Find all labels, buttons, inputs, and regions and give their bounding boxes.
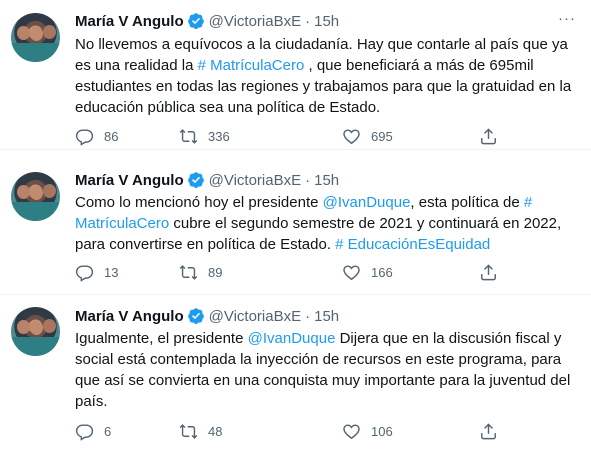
reply-count: 86 xyxy=(104,128,119,144)
more-icon[interactable]: ··· xyxy=(555,10,579,30)
share-icon xyxy=(481,127,496,144)
separator: · xyxy=(305,171,311,189)
text-segment: Igualmente, el presidente xyxy=(75,330,248,347)
author-handle[interactable]: @VictoriaBxE xyxy=(209,13,301,30)
retweet-icon xyxy=(179,423,198,439)
verified-badge-icon xyxy=(187,172,204,188)
retweet-icon xyxy=(179,264,198,280)
like-count: 695 xyxy=(371,128,393,144)
share-button[interactable] xyxy=(479,420,498,442)
verified-badge-icon xyxy=(187,308,204,324)
timestamp[interactable]: 15h xyxy=(314,13,339,30)
share-button[interactable] xyxy=(479,261,498,283)
author-handle[interactable]: @VictoriaBxE xyxy=(209,308,301,325)
author-name[interactable]: María V Angulo xyxy=(75,308,184,325)
tweet-text: Igualmente, el presidente @IvanDuque Dij… xyxy=(75,328,575,412)
retweet-button[interactable]: 89 xyxy=(179,261,222,283)
hashtag-link[interactable]: # EducaciónEsEquidad xyxy=(335,236,490,253)
tweet-text: Como lo mencionó hoy el presidente @Ivan… xyxy=(75,192,575,255)
share-button[interactable] xyxy=(479,125,498,147)
author-handle[interactable]: @VictoriaBxE xyxy=(209,172,301,189)
tweet-header: María V Angulo @VictoriaBxE · 15h xyxy=(75,11,339,31)
reply-count: 6 xyxy=(104,423,112,439)
tweet-header: María V Angulo @VictoriaBxE · 15h xyxy=(75,306,339,326)
timestamp[interactable]: 15h xyxy=(314,308,339,325)
share-icon xyxy=(481,422,496,439)
reply-icon xyxy=(75,128,94,146)
avatar[interactable] xyxy=(11,13,60,62)
retweet-button[interactable]: 336 xyxy=(179,125,230,147)
avatar[interactable] xyxy=(11,172,60,221)
timestamp[interactable]: 15h xyxy=(314,172,339,189)
tweet-actions: 86 336 695 xyxy=(75,125,515,147)
share-icon xyxy=(481,263,496,280)
text-segment: , esta política de xyxy=(410,194,524,211)
tweet-header: María V Angulo @VictoriaBxE · 15h xyxy=(75,170,339,190)
retweet-count: 336 xyxy=(208,128,230,144)
text-segment: Como lo mencionó hoy el presidente xyxy=(75,194,323,211)
like-icon xyxy=(343,423,360,439)
tweet-text: No llevemos a equívocos a la ciudadanía.… xyxy=(75,34,575,118)
retweet-icon xyxy=(179,128,198,144)
like-icon xyxy=(343,128,360,144)
hashtag-link[interactable]: # MatrículaCero xyxy=(198,57,305,74)
mention-link[interactable]: @IvanDuque xyxy=(323,194,411,211)
like-button[interactable]: 166 xyxy=(342,261,393,283)
tweet-actions: 6 48 106 xyxy=(75,420,515,442)
tweet-actions: 13 89 166 xyxy=(75,261,515,283)
like-icon xyxy=(343,264,360,280)
retweet-button[interactable]: 48 xyxy=(179,420,222,442)
retweet-count: 89 xyxy=(208,264,223,280)
like-button[interactable]: 695 xyxy=(342,125,393,147)
tweet[interactable]: María V Angulo @VictoriaBxE · 15h Igualm… xyxy=(0,295,591,453)
reply-button[interactable]: 13 xyxy=(75,261,118,283)
reply-button[interactable]: 6 xyxy=(75,420,111,442)
reply-button[interactable]: 86 xyxy=(75,125,118,147)
like-count: 166 xyxy=(371,264,393,280)
reply-icon xyxy=(75,423,94,441)
retweet-count: 48 xyxy=(208,423,223,439)
verified-badge-icon xyxy=(187,13,204,29)
author-name[interactable]: María V Angulo xyxy=(75,13,184,30)
reply-count: 13 xyxy=(104,264,119,280)
reply-icon xyxy=(75,264,94,282)
author-name[interactable]: María V Angulo xyxy=(75,172,184,189)
tweet[interactable]: María V Angulo @VictoriaBxE · 15h ··· No… xyxy=(0,0,591,150)
like-button[interactable]: 106 xyxy=(342,420,393,442)
tweet[interactable]: María V Angulo @VictoriaBxE · 15h Como l… xyxy=(0,150,591,295)
avatar[interactable] xyxy=(11,307,60,356)
mention-link[interactable]: @IvanDuque xyxy=(248,330,336,347)
separator: · xyxy=(305,12,311,30)
like-count: 106 xyxy=(371,423,393,439)
separator: · xyxy=(305,307,311,325)
